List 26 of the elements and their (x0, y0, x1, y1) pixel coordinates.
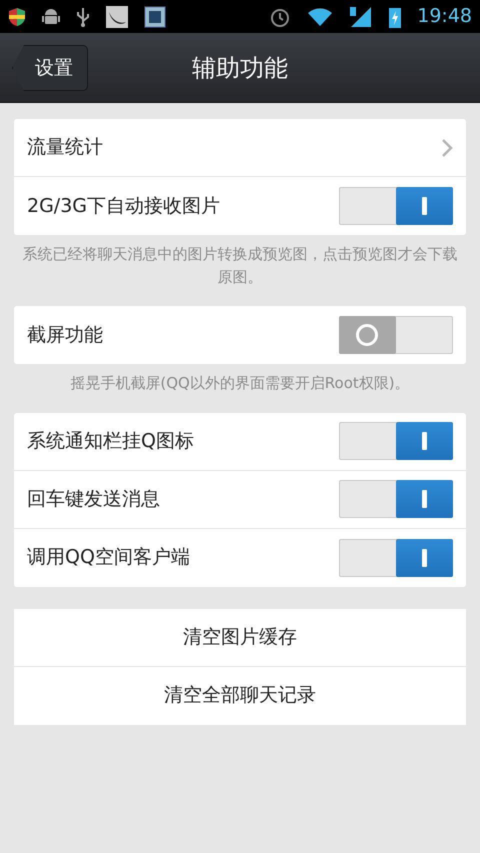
note-icon (144, 6, 166, 28)
settings-row[interactable]: 流量统计 (14, 119, 466, 177)
setting-label: 调用QQ空间客户端 (27, 545, 190, 570)
battery-icon (389, 6, 402, 28)
toggle-switch[interactable] (339, 316, 453, 354)
action-button[interactable]: 清空图片缓存 (14, 608, 466, 666)
toggle-switch[interactable] (339, 480, 453, 518)
usb-icon (76, 6, 90, 26)
clock-text: 19:48 (417, 4, 472, 30)
setting-label: 回车键发送消息 (27, 486, 160, 512)
setting-label: 2G/3G下自动接收图片 (27, 194, 220, 219)
hint-text: 摇晃手机截屏(QQ以外的界面需要开启Root权限)。 (69, 373, 411, 394)
toggle-switch[interactable] (339, 187, 453, 225)
back-button[interactable]: 设置 (12, 45, 88, 91)
page-title: 辅助功能 (192, 52, 288, 84)
signal-icon (349, 6, 374, 28)
setting-label: 截屏功能 (27, 322, 103, 348)
hint-text: 系统已经将聊天消息中的图片转换成预览图，点击预览图才会下载原图。 (22, 244, 458, 288)
android-icon (42, 6, 60, 26)
setting-label: 系统通知栏挂Q图标 (27, 428, 194, 454)
pea-pod-icon (106, 6, 128, 28)
toggle-switch[interactable] (339, 422, 453, 460)
wifi-icon (307, 6, 334, 26)
toggle-switch[interactable] (339, 538, 453, 576)
chevron-icon (441, 138, 453, 158)
shield-icon (8, 6, 26, 26)
